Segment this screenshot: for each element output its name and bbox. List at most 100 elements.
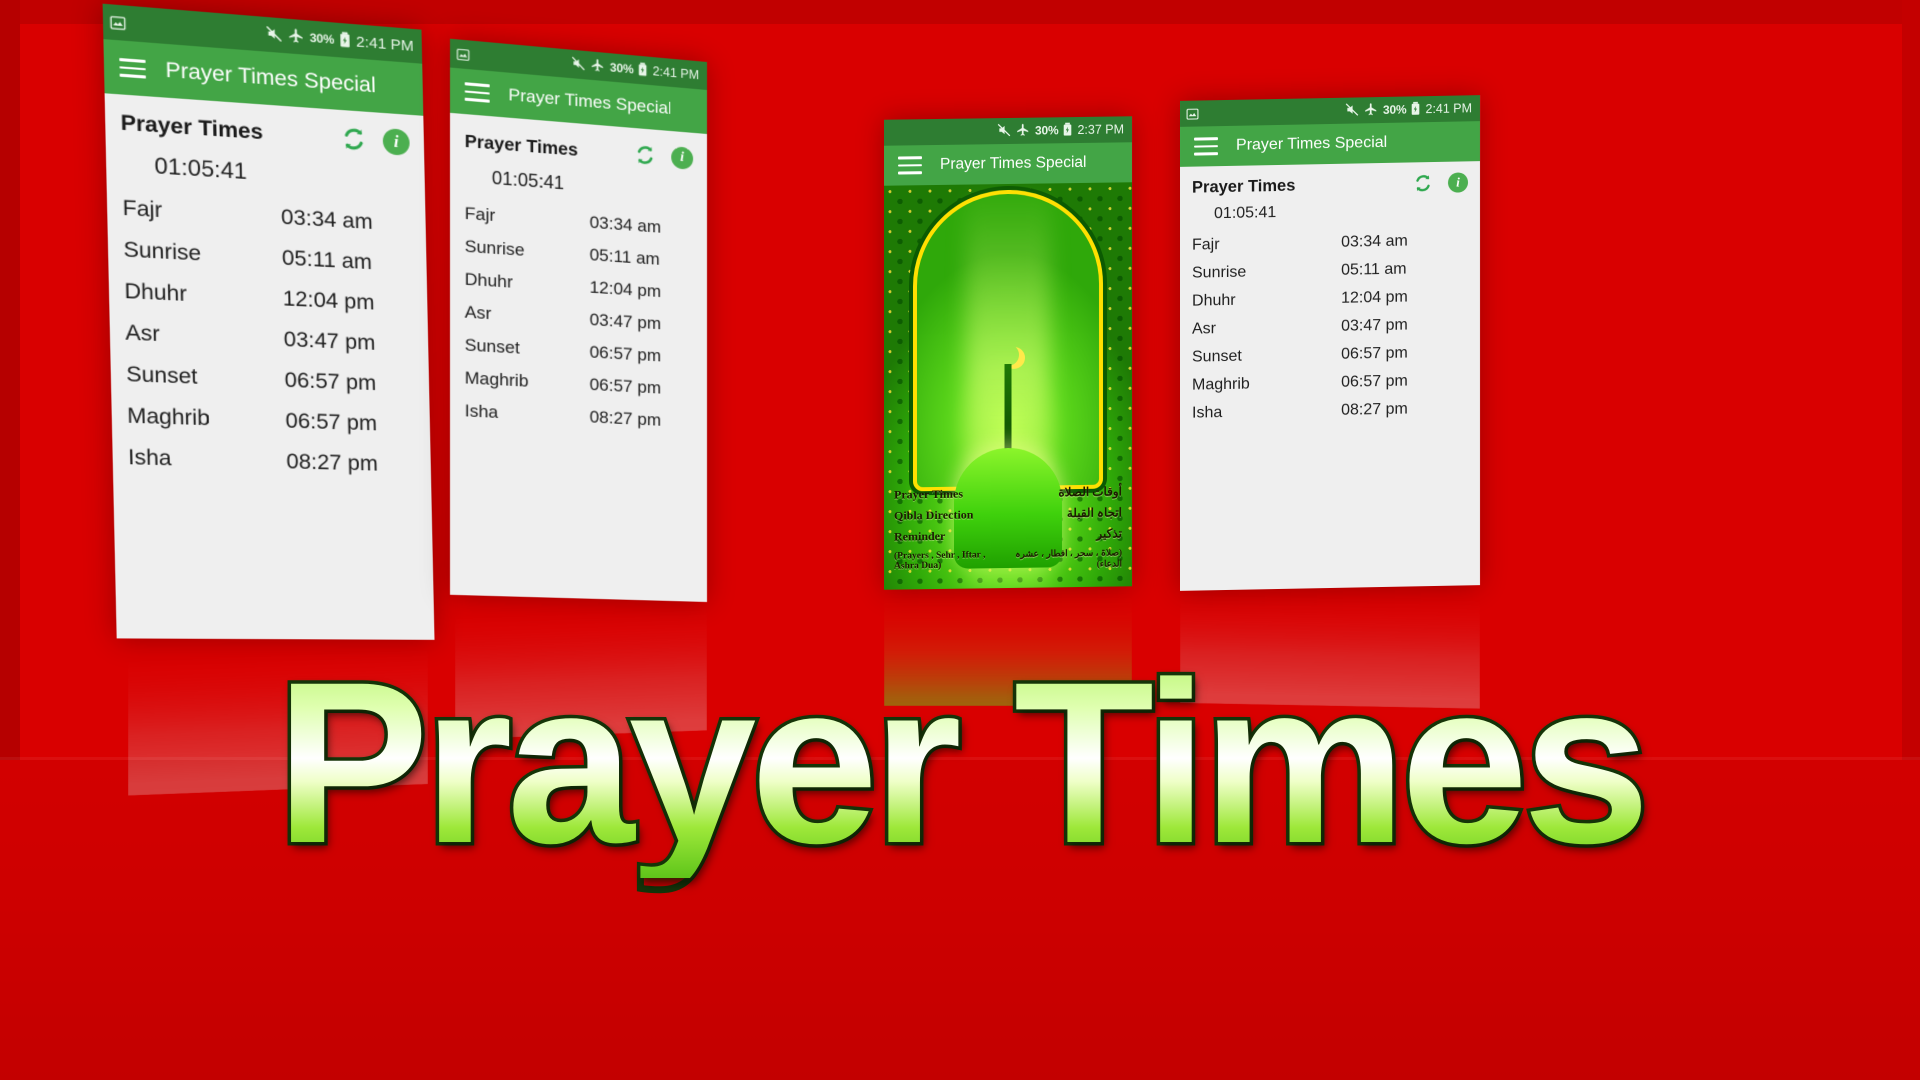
prayer-time-row: Isha 08:27 pm [1180, 394, 1480, 428]
prayer-name: Isha [1192, 402, 1341, 423]
splash-menu-list: Prayer Times أوقات الصلاة Qibla Directio… [884, 481, 1132, 579]
prayer-name: Sunrise [1192, 262, 1341, 283]
splash-screen: Prayer Times أوقات الصلاة Qibla Directio… [884, 182, 1132, 589]
airplane-mode-icon [591, 57, 605, 75]
prayer-time-value: 12:04 pm [1341, 287, 1468, 307]
prayer-time-value: 03:34 am [281, 205, 412, 237]
phone-4-screen: 30% 2:41 PM Prayer Times Special Prayer … [1180, 95, 1480, 591]
hamburger-menu-icon[interactable] [1194, 137, 1218, 155]
hamburger-menu-icon[interactable] [465, 82, 490, 102]
phone-4-content: Prayer Times i 01:05:41 Fajr 03:34 am Sunr… [1180, 161, 1480, 591]
prayer-name: Asr [125, 321, 284, 352]
info-icon[interactable]: i [383, 128, 410, 156]
minaret-spire [1005, 364, 1012, 456]
menu-label-ur: اتجاہ القبلة [1067, 505, 1122, 521]
prayer-name: Sunrise [465, 236, 590, 265]
prayer-time-value: 06:57 pm [590, 375, 694, 401]
mute-icon [265, 25, 282, 46]
phone-mockup-4: 30% 2:41 PM Prayer Times Special Prayer … [1180, 95, 1480, 591]
prayer-time-value: 03:47 pm [283, 328, 414, 358]
phone-1-screen: 30% 2:41 PM Prayer Times Special Prayer … [103, 4, 435, 640]
info-icon[interactable]: i [1448, 172, 1468, 192]
prayer-time-value: 05:11 am [1341, 259, 1468, 279]
mute-icon [1345, 102, 1359, 119]
info-icon[interactable]: i [671, 146, 693, 170]
refresh-icon[interactable] [1412, 172, 1434, 194]
phone-3-status-bar: 30% 2:37 PM [884, 116, 1132, 145]
prayer-name: Dhuhr [124, 279, 283, 311]
prayer-time-value: 03:34 am [1341, 231, 1468, 251]
menu-label-ur: أوقات الصلاة [1058, 484, 1122, 500]
prayer-time-value: 08:27 pm [1341, 399, 1468, 419]
menu-label-en: Prayer Times [894, 487, 963, 503]
menu-label-en: Reminder [894, 529, 945, 545]
phone-mockup-3: 30% 2:37 PM Prayer Times Special Prayer … [884, 116, 1132, 589]
prayer-name: Dhuhr [1192, 290, 1341, 311]
phone-4-prayer-list: Fajr 03:34 am Sunrise 05:11 am Dhuhr 12:04 pm… [1180, 226, 1480, 428]
prayer-name: Isha [128, 446, 287, 475]
mute-icon [997, 122, 1011, 139]
screenshot-icon [456, 47, 470, 62]
battery-charging-icon [1411, 101, 1420, 118]
phone-3-screen: 30% 2:37 PM Prayer Times Special Prayer … [884, 116, 1132, 589]
battery-percent-label: 30% [309, 31, 334, 47]
prayer-time-value: 12:04 pm [283, 287, 414, 317]
prayer-time-value: 06:57 pm [285, 409, 416, 437]
refresh-icon[interactable] [633, 142, 657, 168]
airplane-mode-icon [287, 26, 304, 47]
hamburger-menu-icon[interactable] [119, 58, 146, 78]
refresh-icon[interactable] [339, 124, 369, 154]
prayer-time-value: 06:57 pm [284, 369, 415, 398]
phone-1-prayer-list: Fajr 03:34 am Sunrise 05:11 am Dhuhr 12:04 pm… [107, 187, 432, 486]
prayer-time-value: 03:47 pm [590, 310, 694, 336]
prayer-name: Fajr [1192, 234, 1341, 255]
clock-label: 2:41 PM [356, 33, 414, 55]
prayer-name: Maghrib [1192, 374, 1341, 395]
prayer-name: Asr [465, 302, 590, 330]
hero-title: Prayer Times [0, 648, 1920, 878]
airplane-mode-icon [1016, 122, 1030, 139]
prayer-name: Fajr [122, 196, 281, 230]
menu-label-ur: تذکیر [1096, 526, 1122, 541]
phone-2-screen: 30% 2:41 PM Prayer Times Special Prayer … [450, 39, 707, 602]
prayer-name: Dhuhr [465, 269, 590, 297]
phone-mockup-1: 30% 2:41 PM Prayer Times Special Prayer … [103, 4, 435, 640]
hamburger-menu-icon[interactable] [898, 156, 922, 174]
footnote-en: (Prayers , Sehr , Iftar , Ashra Dua) [894, 550, 1011, 572]
prayer-time-value: 06:57 pm [1341, 371, 1468, 391]
phone-4-app-bar: Prayer Times Special [1180, 121, 1480, 167]
mute-icon [571, 55, 585, 74]
prayer-time-value: 05:11 am [282, 246, 413, 277]
prayer-time-value: 05:11 am [590, 245, 694, 272]
battery-percent-label: 30% [1383, 103, 1406, 117]
prayer-time-value: 06:57 pm [1341, 343, 1468, 363]
app-title: Prayer Times Special [940, 154, 1086, 174]
prayer-time-value: 12:04 pm [590, 277, 694, 304]
prayer-time-value: 06:57 pm [590, 342, 694, 368]
battery-percent-label: 30% [610, 60, 634, 76]
phone-mockup-2: 30% 2:41 PM Prayer Times Special Prayer … [450, 39, 707, 602]
section-title: Prayer Times [465, 130, 578, 160]
prayer-time-value: 03:47 pm [1341, 315, 1468, 335]
prayer-name: Sunset [126, 362, 285, 392]
prayer-name: Sunset [1192, 346, 1341, 367]
phone-mockup-scene: 30% 2:41 PM Prayer Times Special Prayer … [0, 0, 1920, 1080]
phone-1-content: Prayer Times i 01:05:41 Fajr 03:34 am Sunr… [105, 93, 435, 640]
clock-label: 2:37 PM [1077, 122, 1124, 137]
app-title: Prayer Times Special [1236, 134, 1387, 155]
prayer-name: Isha [465, 401, 590, 428]
prayer-time-value: 08:27 pm [286, 450, 417, 478]
prayer-name: Maghrib [127, 404, 286, 434]
prayer-name: Sunrise [123, 238, 282, 271]
menu-label-en: Qibla Direction [894, 507, 973, 523]
footnote-ur: (صلاۃ ، سحر ، افطار ، عشرہ الدعاء) [1011, 547, 1122, 571]
phone-2-prayer-list: Fajr 03:34 am Sunrise 05:11 am Dhuhr 12:04 pm… [450, 196, 707, 439]
battery-charging-icon [1063, 122, 1072, 139]
airplane-mode-icon [1364, 102, 1378, 119]
phone-3-app-bar: Prayer Times Special [884, 142, 1132, 185]
screenshot-icon [109, 14, 126, 31]
splash-menu-footnote: (Prayers , Sehr , Iftar , Ashra Dua) (صل… [894, 544, 1122, 575]
prayer-time-value: 08:27 pm [590, 407, 694, 432]
section-title: Prayer Times [1192, 176, 1295, 197]
app-title: Prayer Times Special [508, 85, 671, 119]
